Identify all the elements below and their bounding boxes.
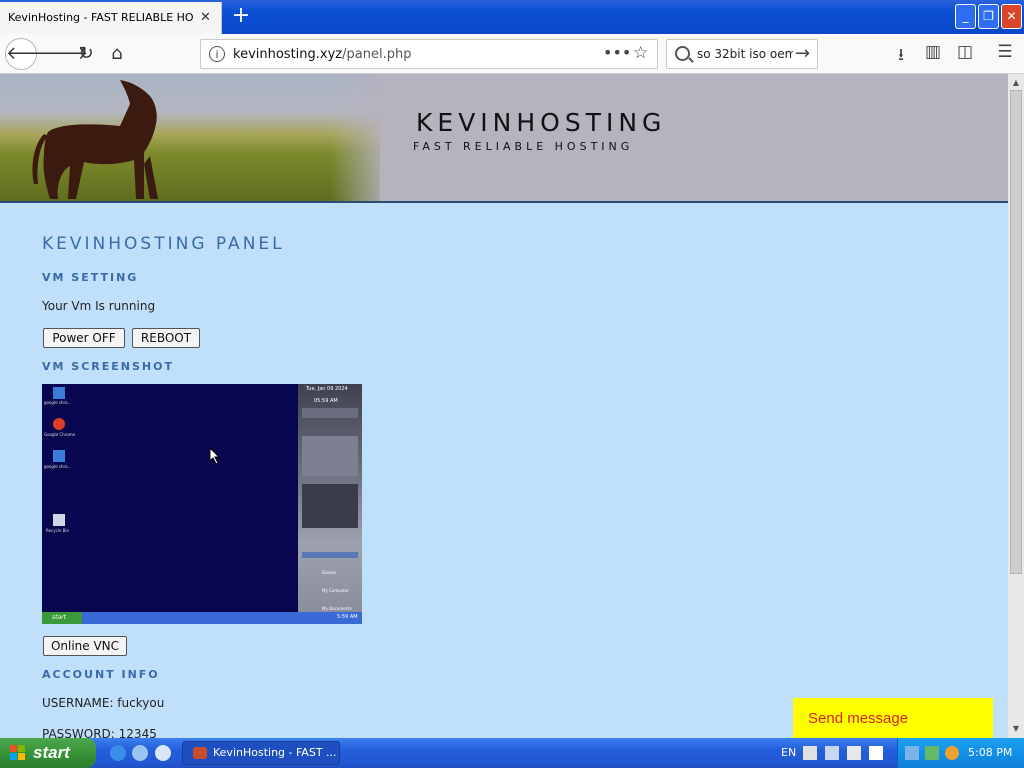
online-vnc-button[interactable]: Online VNC [43, 636, 127, 656]
pen-icon[interactable] [825, 746, 839, 760]
vm-status-text: Your Vm Is running [42, 299, 156, 313]
vm-sidebar-item: My Computer [322, 588, 349, 593]
internet-explorer-icon[interactable] [110, 745, 126, 761]
taskbar-window-button[interactable]: KevinHosting - FAST ... [182, 741, 340, 765]
search-go-arrow-icon[interactable]: → [795, 43, 810, 64]
username-text: USERNAME: fuckyou [42, 696, 165, 710]
page-scrollbar[interactable]: ▲ ▼ [1008, 74, 1024, 738]
reboot-button[interactable]: REBOOT [132, 328, 200, 348]
vm-start-button: start [42, 612, 82, 624]
vm-sidebar-item: Games [322, 570, 336, 575]
language-indicator[interactable]: EN [781, 746, 796, 759]
sidebar-icon[interactable]: ◫ [954, 42, 976, 66]
search-input[interactable]: so 32bit iso oem [697, 47, 793, 61]
windows-logo-icon [10, 745, 25, 760]
vm-setting-heading: VM SETTING [42, 271, 139, 284]
vm-mouse-cursor-icon [209, 447, 221, 465]
network-icon[interactable] [905, 746, 919, 760]
vm-sidebar-item: My Documents [322, 606, 352, 611]
site-subtitle: FAST RELIABLE HOSTING [413, 140, 634, 153]
power-off-button[interactable]: Power OFF [43, 328, 125, 348]
password-text: PASSWORD: 12345 [42, 727, 157, 738]
bookmark-star-icon[interactable]: ☆ [633, 43, 648, 63]
taskbar-clock[interactable]: 5:08 PM [968, 746, 1012, 759]
vm-screenshot-image[interactable]: google chro... Google Chrome google chro… [42, 384, 362, 624]
security-shield-icon[interactable] [925, 746, 939, 760]
vm-gadget-meter [302, 484, 358, 528]
search-icon [675, 46, 690, 61]
url-text[interactable]: kevinhosting.xyz/panel.php [233, 47, 411, 62]
browser-app-icon [193, 747, 207, 759]
forward-button[interactable]: 🡒 [40, 40, 88, 68]
browser-tab-active[interactable]: KevinHosting - FAST RELIABLE HOSTIN ✕ [0, 2, 222, 34]
scroll-down-arrow-icon[interactable]: ▼ [1008, 722, 1024, 736]
vm-chrome-icon [53, 418, 65, 430]
horse-banner-image [0, 74, 380, 201]
library-icon[interactable]: ▥ [922, 42, 944, 66]
info-icon[interactable]: i [209, 46, 225, 62]
search-tray-icon[interactable] [945, 746, 959, 760]
menu-hamburger-icon[interactable]: ☰ [994, 42, 1016, 66]
vm-tray-clock: 5:59 AM [337, 614, 358, 620]
browser-navbar: 🡐 🡒 ↻ ⌂ i kevinhosting.xyz/panel.php •••… [0, 34, 1024, 74]
page-actions-icon[interactable]: ••• [603, 43, 631, 62]
vm-gadget-row [302, 408, 358, 418]
home-button[interactable]: ⌂ [103, 40, 131, 68]
tablet-icon[interactable] [847, 746, 861, 760]
downloads-icon[interactable]: ⭳ [890, 42, 912, 66]
site-header-banner: KEVINHOSTING FAST RELIABLE HOSTING [0, 74, 1008, 203]
url-bar[interactable]: i kevinhosting.xyz/panel.php ••• ☆ [200, 39, 658, 69]
window-close-button[interactable]: ✕ [1001, 4, 1022, 29]
site-title: KEVINHOSTING [416, 108, 667, 137]
help-icon[interactable] [869, 746, 883, 760]
page-viewport: KEVINHOSTING FAST RELIABLE HOSTING KEVIN… [0, 74, 1008, 738]
banner-fade [330, 74, 390, 201]
window-minimize-button[interactable]: _ [955, 4, 976, 29]
vm-sidebar-gadget: Tue, Jan 09 2024 05:59 AM Games My Compu… [298, 384, 362, 612]
vm-recycle-bin-icon [53, 514, 65, 526]
back-button[interactable]: 🡐 [5, 38, 54, 70]
window-restore-button[interactable]: ❐ [978, 4, 999, 29]
scroll-up-arrow-icon[interactable]: ▲ [1008, 76, 1024, 90]
send-message-widget[interactable]: Send message [793, 698, 993, 738]
start-label: start [33, 743, 70, 762]
tab-title: KevinHosting - FAST RELIABLE HOSTIN [8, 11, 194, 24]
send-message-label: Send message [808, 710, 909, 727]
vm-gadget-bar [302, 552, 358, 558]
vm-taskbar [42, 612, 362, 624]
media-player-icon[interactable] [155, 745, 171, 761]
show-desktop-icon[interactable] [132, 745, 148, 761]
new-tab-button[interactable]: + [230, 4, 252, 28]
os-taskbar: start KevinHosting - FAST ... EN 5:08 PM [0, 738, 1024, 768]
vm-desktop-icon-label: google chro... [44, 400, 72, 405]
account-info-heading: ACCOUNT INFO [42, 668, 160, 681]
vm-desktop-app-icon [53, 387, 65, 399]
keyboard-icon[interactable] [803, 746, 817, 760]
scroll-thumb[interactable] [1010, 90, 1022, 574]
vm-gadget-drive [302, 436, 358, 476]
browser-titlebar: KevinHosting - FAST RELIABLE HOSTIN ✕ + … [0, 0, 1024, 34]
reload-button[interactable]: ↻ [72, 40, 100, 68]
taskbar-window-title: KevinHosting - FAST ... [213, 746, 337, 759]
panel-heading: KEVINHOSTING PANEL [42, 234, 285, 254]
vm-screenshot-heading: VM SCREENSHOT [42, 360, 174, 373]
vm-desktop-app-icon [53, 450, 65, 462]
search-bar[interactable]: so 32bit iso oem → [666, 39, 818, 69]
tab-close-icon[interactable]: ✕ [200, 10, 211, 25]
vm-desktop-icon-label: Google Chrome [44, 432, 76, 437]
start-button[interactable]: start [0, 738, 96, 768]
vm-desktop-icon-label: google chro... [44, 464, 72, 469]
vm-desktop-icon-label: Recycle Bin [46, 528, 70, 533]
vm-date-text: Tue, Jan 09 2024 [306, 386, 348, 392]
vm-time-text: 05:59 AM [314, 398, 338, 404]
